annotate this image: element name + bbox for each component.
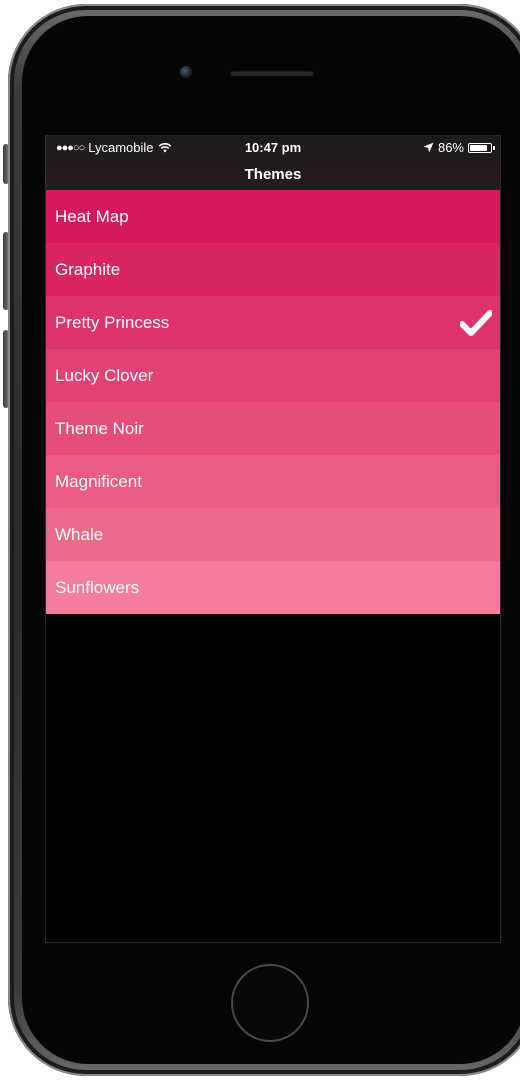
battery-percentage: 86% bbox=[437, 140, 464, 155]
theme-list: Heat Map Graphite Pretty Princess Lucky … bbox=[46, 190, 500, 614]
theme-row-magnificent[interactable]: Magnificent bbox=[46, 455, 500, 508]
location-arrow-icon bbox=[423, 142, 434, 153]
theme-label: Pretty Princess bbox=[55, 313, 170, 332]
theme-row-lucky-clover[interactable]: Lucky Clover bbox=[46, 349, 500, 402]
page-title: Themes bbox=[244, 166, 302, 183]
theme-row-sunflowers[interactable]: Sunflowers bbox=[46, 561, 500, 614]
earpiece-speaker bbox=[230, 70, 314, 76]
app-screen: ●●●○○ Lycamobile 10:47 pm 86% Themes Hea… bbox=[45, 135, 501, 943]
battery-level-fill bbox=[470, 144, 488, 151]
navigation-bar: ●●●○○ Lycamobile 10:47 pm 86% Themes bbox=[46, 136, 500, 190]
theme-label: Heat Map bbox=[55, 207, 129, 226]
theme-label: Graphite bbox=[55, 260, 121, 279]
theme-row-theme-noir[interactable]: Theme Noir bbox=[46, 402, 500, 455]
theme-row-whale[interactable]: Whale bbox=[46, 508, 500, 561]
battery-icon bbox=[468, 142, 495, 153]
checkmark-icon bbox=[460, 310, 492, 336]
front-camera bbox=[180, 66, 192, 78]
device-frame: ●●●○○ Lycamobile 10:47 pm 86% Themes Hea… bbox=[0, 0, 520, 1081]
theme-row-pretty-princess[interactable]: Pretty Princess bbox=[46, 296, 500, 349]
theme-row-heat-map[interactable]: Heat Map bbox=[46, 190, 500, 243]
theme-label: Magnificent bbox=[55, 472, 142, 491]
status-bar: ●●●○○ Lycamobile 10:47 pm 86% bbox=[46, 140, 500, 160]
theme-label: Whale bbox=[55, 525, 104, 544]
theme-label: Sunflowers bbox=[55, 578, 140, 597]
theme-row-graphite[interactable]: Graphite bbox=[46, 243, 500, 296]
theme-label: Lucky Clover bbox=[55, 366, 154, 385]
theme-label: Theme Noir bbox=[55, 419, 144, 438]
home-button[interactable] bbox=[231, 964, 309, 1042]
